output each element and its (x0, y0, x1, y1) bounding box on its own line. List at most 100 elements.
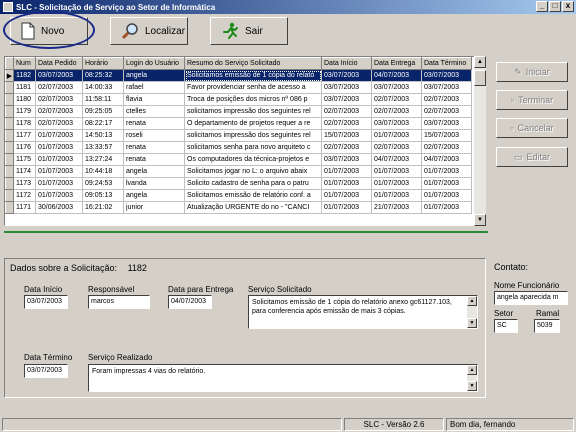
cell-horario[interactable]: 13:33:57 (82, 141, 124, 154)
scroll-down-icon[interactable]: ▼ (467, 381, 477, 391)
cell-num[interactable]: 1175 (13, 153, 36, 166)
header-data-pedido[interactable]: Data Pedido (35, 57, 83, 70)
requests-grid[interactable]: Num Data Pedido Horário Login do Usuário… (4, 56, 486, 226)
cell-data-termino[interactable]: 01/07/2003 (421, 201, 472, 214)
cell-num[interactable]: 1182 (13, 69, 36, 82)
cell-data-pedido[interactable]: 01/07/2003 (35, 129, 83, 142)
cell-data-entrega[interactable]: 01/07/2003 (371, 129, 422, 142)
cell-data-inicio[interactable]: 03/07/2003 (321, 81, 372, 94)
cell-data-inicio[interactable]: 01/07/2003 (321, 189, 372, 202)
cell-data-termino[interactable]: 01/07/2003 (421, 189, 472, 202)
cell-horario[interactable]: 14:00:33 (82, 81, 124, 94)
cell-num[interactable]: 1172 (13, 189, 36, 202)
scroll-down-icon[interactable]: ▼ (467, 318, 477, 328)
cell-data-termino[interactable]: 03/07/2003 (421, 117, 472, 130)
cell-data-pedido[interactable]: 02/07/2003 (35, 93, 83, 106)
cell-data-termino[interactable]: 03/07/2003 (421, 81, 472, 94)
cell-resumo[interactable]: Favor providenciar senha de acesso a (184, 81, 322, 94)
cell-data-inicio[interactable]: 02/07/2003 (321, 117, 372, 130)
row-indicator[interactable] (5, 189, 14, 202)
cell-data-termino[interactable]: 01/07/2003 (421, 177, 472, 190)
nome-field[interactable]: angela aparecida m (494, 291, 568, 305)
editar-button[interactable]: ▭ Editar (496, 147, 568, 167)
cell-resumo[interactable]: Os computadores da técnica-projetos e (184, 153, 322, 166)
cell-num[interactable]: 1173 (13, 177, 36, 190)
cell-num[interactable]: 1171 (13, 201, 36, 214)
cell-horario[interactable]: 08:25:32 (82, 69, 124, 82)
cell-horario[interactable]: 08:22:17 (82, 117, 124, 130)
memo-scrollbar[interactable]: ▲ ▼ (467, 296, 477, 328)
cell-data-entrega[interactable]: 04/07/2003 (371, 153, 422, 166)
cell-num[interactable]: 1181 (13, 81, 36, 94)
scroll-up-icon[interactable]: ▲ (474, 56, 486, 68)
cell-data-pedido[interactable]: 01/07/2003 (35, 141, 83, 154)
cell-data-pedido[interactable]: 01/07/2003 (35, 165, 83, 178)
table-row[interactable]: 1172 01/07/2003 09:05:13 angela Solicitamos … (5, 189, 472, 202)
minimize-button[interactable]: _ (536, 1, 548, 12)
cell-login[interactable]: junior (123, 201, 185, 214)
cell-data-termino[interactable]: 02/07/2003 (421, 105, 472, 118)
cell-data-inicio[interactable]: 03/07/2003 (321, 69, 372, 82)
cell-data-inicio[interactable]: 02/07/2003 (321, 105, 372, 118)
table-row[interactable]: 1175 01/07/2003 13:27:24 renata Os computado… (5, 153, 472, 166)
table-row[interactable]: 1171 30/06/2003 16:21:02 junior Atualização … (5, 201, 472, 214)
cell-data-entrega[interactable]: 02/07/2003 (371, 105, 422, 118)
table-row[interactable]: 1177 01/07/2003 14:50:13 roseli solicitamos … (5, 129, 472, 142)
cell-data-termino[interactable]: 03/07/2003 (421, 69, 472, 82)
cell-num[interactable]: 1180 (13, 93, 36, 106)
cell-data-inicio[interactable]: 15/07/2003 (321, 129, 372, 142)
cell-data-entrega[interactable]: 04/07/2003 (371, 69, 422, 82)
cell-data-entrega[interactable]: 03/07/2003 (371, 81, 422, 94)
cell-data-pedido[interactable]: 03/07/2003 (35, 69, 83, 82)
responsavel-field[interactable]: marcos (88, 295, 150, 309)
row-indicator[interactable] (5, 93, 14, 106)
cell-data-entrega[interactable]: 01/07/2003 (371, 189, 422, 202)
row-indicator[interactable] (5, 105, 14, 118)
close-button[interactable]: x (562, 1, 574, 12)
maximize-button[interactable]: □ (549, 1, 561, 12)
localizar-button[interactable]: Localizar (110, 17, 188, 45)
cell-login[interactable]: angela (123, 69, 185, 82)
cell-data-entrega[interactable]: 01/07/2003 (371, 165, 422, 178)
grid-scrollbar[interactable]: ▲ ▼ (474, 56, 486, 226)
table-row[interactable]: 1178 02/07/2003 08:22:17 renata O departamen… (5, 117, 472, 130)
current-row-indicator-icon[interactable]: ▶ (5, 69, 14, 82)
cell-horario[interactable]: 09:05:13 (82, 189, 124, 202)
cell-data-pedido[interactable]: 01/07/2003 (35, 189, 83, 202)
setor-field[interactable]: SC (494, 319, 518, 333)
row-indicator[interactable] (5, 81, 14, 94)
cell-resumo[interactable]: solicitamos impressão dos seguintes rel (184, 129, 322, 142)
row-indicator[interactable] (5, 117, 14, 130)
scroll-up-icon[interactable]: ▲ (467, 296, 477, 306)
cell-login[interactable]: angela (123, 189, 185, 202)
header-resumo[interactable]: Resumo do Serviço Solicitado (184, 57, 322, 70)
cell-resumo[interactable]: solicitamos senha para novo arquiteto c (184, 141, 322, 154)
scroll-thumb[interactable] (474, 70, 486, 86)
cell-resumo[interactable]: Solicitamos jogar no L: o arquivo abaix (184, 165, 322, 178)
servico-realizado-memo[interactable]: Foram impressas 4 vias do relatório. ▲ ▼ (88, 364, 478, 392)
cell-horario[interactable]: 09:24:53 (82, 177, 124, 190)
table-row[interactable]: 1176 01/07/2003 13:33:57 renata solicitamos … (5, 141, 472, 154)
cell-resumo[interactable]: Solicitamos emissão de relatório conf. a (184, 189, 322, 202)
header-data-entrega[interactable]: Data Entrega (371, 57, 422, 70)
cell-data-entrega[interactable]: 02/07/2003 (371, 93, 422, 106)
cell-login[interactable]: angela (123, 165, 185, 178)
cell-num[interactable]: 1178 (13, 117, 36, 130)
data-termino-field[interactable]: 03/07/2003 (24, 364, 68, 378)
cell-login[interactable]: flavia (123, 93, 185, 106)
cell-data-inicio[interactable]: 01/07/2003 (321, 201, 372, 214)
iniciar-button[interactable]: ✎ Iniciar (496, 62, 568, 82)
cell-resumo[interactable]: Atualização URGENTE do no - "CANCI (184, 201, 322, 214)
row-indicator[interactable] (5, 177, 14, 190)
cell-data-entrega[interactable]: 01/07/2003 (371, 177, 422, 190)
sair-button[interactable]: Sair (210, 17, 288, 45)
scroll-up-icon[interactable]: ▲ (467, 365, 477, 375)
cell-horario[interactable]: 14:50:13 (82, 129, 124, 142)
cell-login[interactable]: renata (123, 141, 185, 154)
ramal-field[interactable]: 5039 (534, 319, 560, 333)
cell-data-pedido[interactable]: 02/07/2003 (35, 105, 83, 118)
row-indicator[interactable] (5, 165, 14, 178)
table-row[interactable]: 1174 01/07/2003 10:44:18 angela Solicitamos … (5, 165, 472, 178)
cell-data-termino[interactable]: 02/07/2003 (421, 141, 472, 154)
cell-horario[interactable]: 11:58:11 (82, 93, 124, 106)
